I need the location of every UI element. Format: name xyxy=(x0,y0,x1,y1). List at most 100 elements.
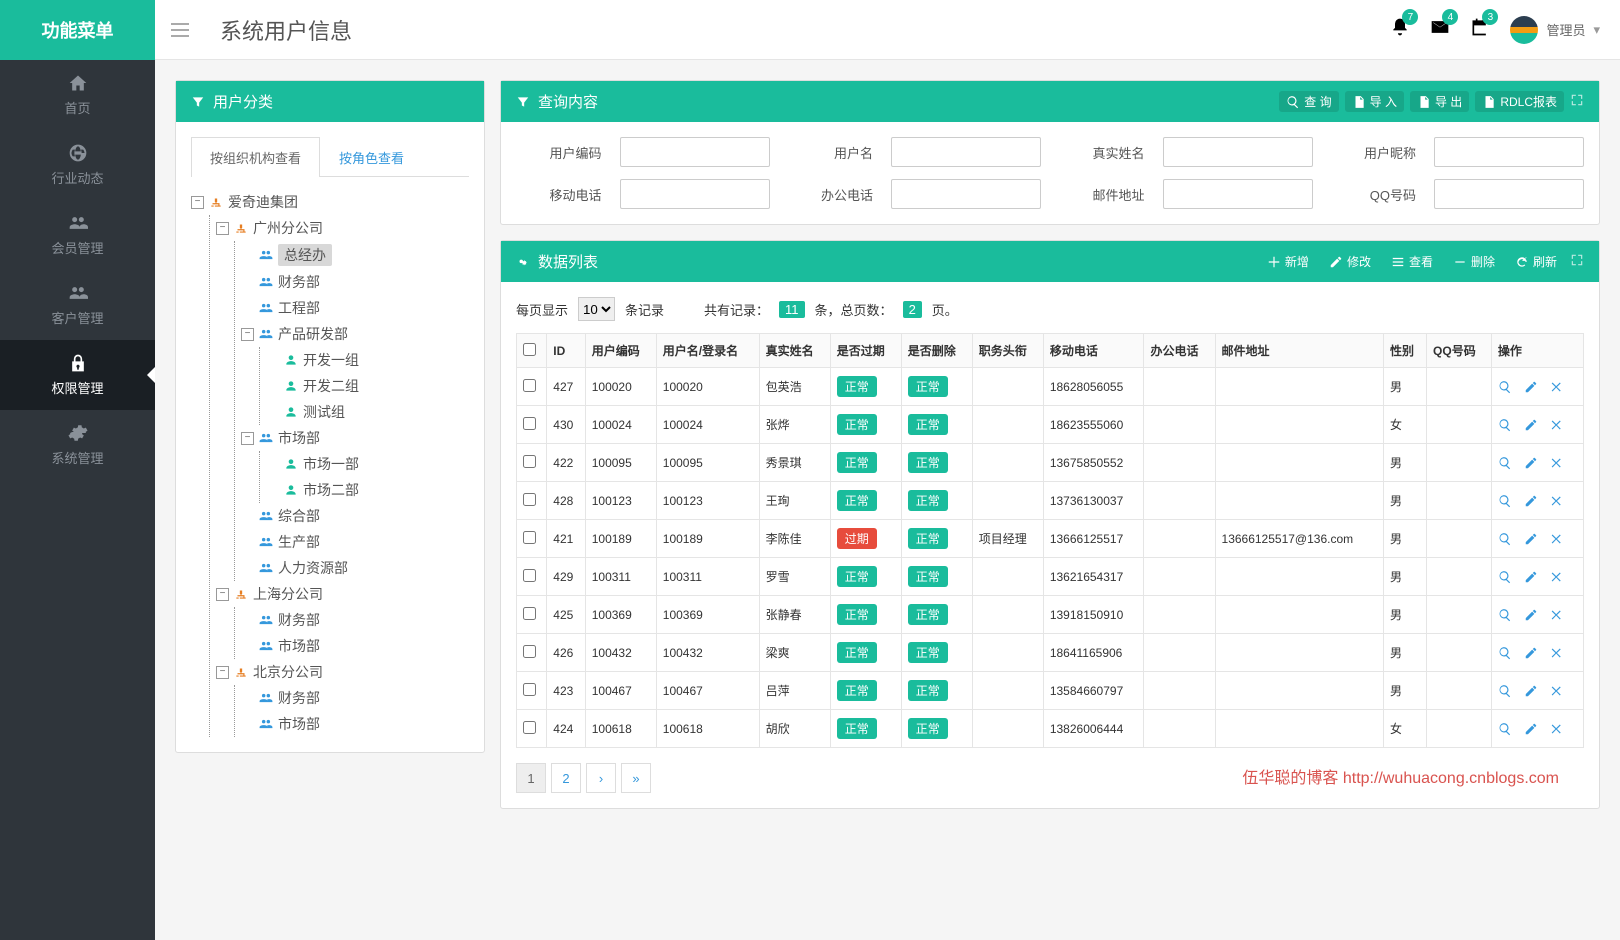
view-icon[interactable] xyxy=(1498,646,1512,660)
edit-icon[interactable] xyxy=(1524,494,1538,508)
delete-icon[interactable] xyxy=(1550,494,1564,508)
tree-node[interactable]: 市场部 xyxy=(241,711,469,737)
search-input[interactable] xyxy=(1434,137,1584,167)
view-icon[interactable] xyxy=(1498,456,1512,470)
page-link[interactable]: 2 xyxy=(551,763,581,793)
view-icon[interactable] xyxy=(1498,608,1512,622)
sidebar-item[interactable]: 客户管理 xyxy=(0,270,155,340)
edit-icon[interactable] xyxy=(1524,722,1538,736)
user-menu[interactable]: 管理员 ▾ xyxy=(1510,16,1600,44)
tab-by-org[interactable]: 按组织机构查看 xyxy=(191,137,320,177)
search-input[interactable] xyxy=(1163,137,1313,167)
delete-icon[interactable] xyxy=(1550,532,1564,546)
edit-icon[interactable] xyxy=(1524,570,1538,584)
delete-icon[interactable] xyxy=(1550,570,1564,584)
sidebar-item[interactable]: 首页 xyxy=(0,60,155,130)
tree-node[interactable]: −产品研发部 xyxy=(241,321,469,347)
tree-node[interactable]: 开发二组 xyxy=(266,373,469,399)
menu-toggle-icon[interactable] xyxy=(155,0,205,60)
delete-icon[interactable] xyxy=(1550,684,1564,698)
search-input[interactable] xyxy=(620,179,770,209)
row-checkbox[interactable] xyxy=(523,569,536,582)
tree-node[interactable]: −北京分公司 xyxy=(216,659,469,685)
tree-node[interactable]: −上海分公司 xyxy=(216,581,469,607)
sidebar-item[interactable]: 权限管理 xyxy=(0,340,155,410)
tree-node[interactable]: 财务部 xyxy=(241,685,469,711)
row-checkbox[interactable] xyxy=(523,683,536,696)
edit-icon[interactable] xyxy=(1524,418,1538,432)
delete-icon[interactable] xyxy=(1550,456,1564,470)
tree-node[interactable]: 测试组 xyxy=(266,399,469,425)
tab-by-role[interactable]: 按角色查看 xyxy=(320,137,423,177)
search-input[interactable] xyxy=(891,179,1041,209)
edit-icon[interactable] xyxy=(1524,608,1538,622)
sidebar-item[interactable]: 会员管理 xyxy=(0,200,155,270)
row-checkbox[interactable] xyxy=(523,531,536,544)
notification-icon[interactable]: 7 xyxy=(1390,17,1410,42)
search-input[interactable] xyxy=(1163,179,1313,209)
page-link[interactable]: 1 xyxy=(516,763,546,793)
row-checkbox[interactable] xyxy=(523,417,536,430)
tree-toggle-icon[interactable]: − xyxy=(216,666,229,679)
tree-node[interactable]: 财务部 xyxy=(241,607,469,633)
view-icon[interactable] xyxy=(1498,532,1512,546)
view-icon[interactable] xyxy=(1498,722,1512,736)
search-input[interactable] xyxy=(891,137,1041,167)
mail-icon[interactable]: 4 xyxy=(1430,17,1450,42)
row-checkbox[interactable] xyxy=(523,645,536,658)
calendar-icon[interactable]: 3 xyxy=(1470,17,1490,42)
expand-icon[interactable] xyxy=(1570,93,1584,111)
export-button[interactable]: 导 出 xyxy=(1410,91,1469,112)
tree-node[interactable]: 总经办 xyxy=(241,241,469,269)
tree-toggle-icon[interactable]: − xyxy=(241,432,254,445)
delete-button[interactable]: 删除 xyxy=(1446,251,1502,272)
refresh-button[interactable]: 刷新 xyxy=(1508,251,1564,272)
tree-node[interactable]: 财务部 xyxy=(241,269,469,295)
tree-toggle-icon[interactable]: − xyxy=(241,328,254,341)
row-checkbox[interactable] xyxy=(523,379,536,392)
edit-icon[interactable] xyxy=(1524,646,1538,660)
delete-icon[interactable] xyxy=(1550,646,1564,660)
sidebar-item[interactable]: 行业动态 xyxy=(0,130,155,200)
expand-icon[interactable] xyxy=(1570,253,1584,271)
row-checkbox[interactable] xyxy=(523,455,536,468)
edit-icon[interactable] xyxy=(1524,532,1538,546)
per-page-select[interactable]: 10 xyxy=(578,297,615,321)
view-icon[interactable] xyxy=(1498,380,1512,394)
page-next[interactable]: » xyxy=(621,763,651,793)
tree-node[interactable]: 市场二部 xyxy=(266,477,469,503)
delete-icon[interactable] xyxy=(1550,608,1564,622)
tree-toggle-icon[interactable]: − xyxy=(191,196,204,209)
tree-node[interactable]: 工程部 xyxy=(241,295,469,321)
tree-node[interactable]: 开发一组 xyxy=(266,347,469,373)
tree-node[interactable]: 生产部 xyxy=(241,529,469,555)
delete-icon[interactable] xyxy=(1550,722,1564,736)
edit-icon[interactable] xyxy=(1524,380,1538,394)
tree-node[interactable]: −市场部 xyxy=(241,425,469,451)
sidebar-item[interactable]: 系统管理 xyxy=(0,410,155,480)
delete-icon[interactable] xyxy=(1550,380,1564,394)
rdlc-button[interactable]: RDLC报表 xyxy=(1475,91,1564,112)
add-button[interactable]: 新增 xyxy=(1260,251,1316,272)
tree-node[interactable]: 人力资源部 xyxy=(241,555,469,581)
view-icon[interactable] xyxy=(1498,570,1512,584)
view-icon[interactable] xyxy=(1498,494,1512,508)
import-button[interactable]: 导 入 xyxy=(1345,91,1404,112)
view-icon[interactable] xyxy=(1498,684,1512,698)
tree-toggle-icon[interactable]: − xyxy=(216,222,229,235)
search-button[interactable]: 查 询 xyxy=(1279,91,1338,112)
search-input[interactable] xyxy=(1434,179,1584,209)
tree-node[interactable]: 市场一部 xyxy=(266,451,469,477)
edit-icon[interactable] xyxy=(1524,684,1538,698)
page-next[interactable]: › xyxy=(586,763,616,793)
view-icon[interactable] xyxy=(1498,418,1512,432)
row-checkbox[interactable] xyxy=(523,493,536,506)
edit-button[interactable]: 修改 xyxy=(1322,251,1378,272)
tree-node[interactable]: −爱奇迪集团 xyxy=(191,189,469,215)
select-all-checkbox[interactable] xyxy=(523,343,536,356)
edit-icon[interactable] xyxy=(1524,456,1538,470)
delete-icon[interactable] xyxy=(1550,418,1564,432)
row-checkbox[interactable] xyxy=(523,607,536,620)
tree-toggle-icon[interactable]: − xyxy=(216,588,229,601)
row-checkbox[interactable] xyxy=(523,721,536,734)
